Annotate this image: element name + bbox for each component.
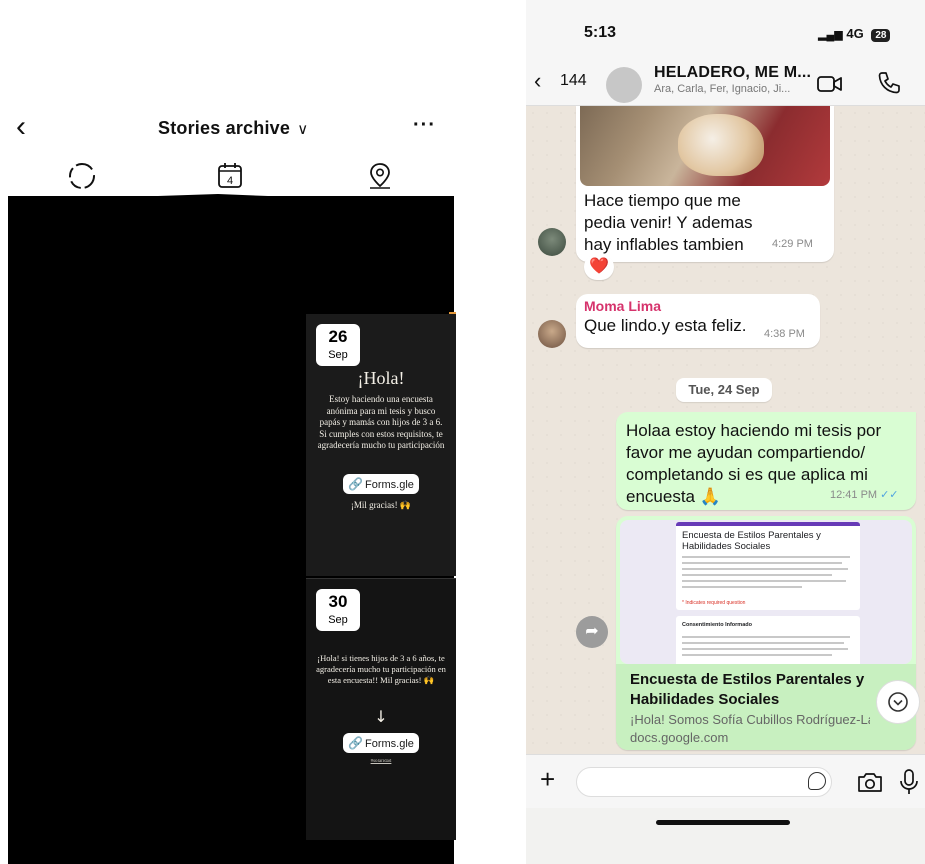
link-description: ¡Hola! Somos Sofía Cubillos Rodríguez-La… [630, 712, 870, 727]
archive-header: ‹ Stories archive ∨ ··· [0, 108, 462, 148]
network-type: 4G [846, 26, 864, 41]
group-avatar[interactable] [606, 67, 642, 103]
link-preview-info[interactable]: Encuesta de Estilos Parentales y Habilid… [616, 664, 916, 750]
link-preview-image[interactable]: Encuesta de Estilos Parentales y Habilid… [620, 520, 912, 664]
story-body: ¡Hola! si tienes hijos de 3 a 6 años, te… [316, 653, 446, 685]
form-title: Encuesta de Estilos Parentales y Habilid… [682, 530, 821, 552]
video-call-icon[interactable] [816, 72, 844, 96]
message-photo[interactable] [580, 106, 830, 186]
story-month: Sep [328, 614, 348, 626]
story-thumbnail-26-sep[interactable]: 26 Sep ¡Hola! Estoy haciendo una encuest… [306, 314, 456, 576]
message-time: 4:38 PM [764, 328, 805, 340]
story-link-label: Forms.gle [365, 479, 414, 491]
story-date-badge: 30 Sep [316, 589, 360, 631]
form-text-line [682, 562, 842, 564]
calendar-number: 4 [227, 175, 233, 187]
story-thumbnail-30-sep[interactable]: 30 Sep ¡Hola! si tienes hijos de 3 a 6 a… [306, 578, 456, 840]
archive-title: Stories archive [158, 118, 291, 138]
story-day: 26 [328, 327, 348, 346]
calendar-icon: 4 [218, 163, 242, 188]
battery-level: 28 [875, 30, 887, 41]
signal-bars-icon: ▂▄▆ [818, 29, 843, 41]
rabbit-photo-subject [678, 114, 764, 176]
story-link-sticker[interactable]: 🔗 Forms.gle [343, 474, 419, 494]
form-text-line [682, 568, 848, 570]
phone-call-icon[interactable] [876, 70, 902, 96]
story-date-badge: 26 Sep [316, 324, 360, 366]
back-chevron-icon[interactable]: ‹ [534, 68, 541, 94]
message-time: 12:41 PM [830, 489, 878, 501]
message-input[interactable] [576, 767, 832, 797]
sender-avatar[interactable] [538, 228, 566, 256]
form-header-card: Encuesta de Estilos Parentales y Habilid… [676, 522, 860, 610]
message-text: Hace tiempo que me pedia venir! Y ademas… [584, 191, 753, 254]
status-time: 5:13 [584, 24, 617, 41]
message-bubble[interactable]: Hace tiempo que me pedia venir! Y ademas… [576, 106, 834, 262]
scroll-down-button[interactable] [876, 680, 920, 724]
form-required-note: * Indicates required question [682, 600, 746, 606]
status-bar: 5:13 ▂▄▆ 4G 28 [526, 0, 925, 62]
arrow-down-icon: ↓ [374, 707, 388, 726]
home-indicator[interactable] [656, 820, 790, 825]
link-url[interactable]: docs.google.com [630, 730, 728, 745]
whatsapp-chat: 5:13 ▂▄▆ 4G 28 ‹ 144 HELADERO, ME M... A… [526, 0, 925, 864]
compose-bar: + [526, 754, 925, 808]
microphone-icon[interactable] [898, 767, 920, 797]
more-options-icon[interactable]: ··· [413, 114, 436, 137]
form-text-line [682, 574, 832, 576]
stories-circle-icon [69, 163, 95, 189]
attach-plus-icon[interactable]: + [540, 765, 555, 793]
message-meta: 12:41 PM ✓✓ [830, 488, 899, 501]
form-text-line [682, 648, 848, 650]
form-text-line [682, 642, 844, 644]
form-text-line [682, 636, 850, 638]
forward-icon[interactable]: ➦ [576, 616, 608, 648]
form-section-card: Consentimiento Informado [676, 616, 860, 664]
back-chevron-icon[interactable]: ‹ [16, 112, 26, 142]
story-closing: ¡Mil gracias! 🙌 [350, 500, 412, 510]
camera-icon[interactable] [856, 769, 884, 795]
day-separator: Tue, 24 Sep [676, 378, 772, 402]
heart-reaction[interactable]: ❤️ [584, 254, 614, 280]
chevron-down-icon [888, 692, 908, 713]
sender-avatar[interactable] [538, 320, 566, 348]
form-section-title: Consentimiento Informado [682, 622, 752, 628]
message-time: 4:29 PM [772, 238, 813, 250]
message-sender[interactable]: Moma Lima [584, 298, 661, 314]
story-body: Estoy haciendo una encuesta anónima para… [317, 394, 445, 450]
location-pin-icon [370, 163, 390, 189]
signal-indicator: ▂▄▆ 4G 28 [818, 26, 891, 42]
message-list[interactable]: Hace tiempo que me pedia venir! Y ademas… [526, 106, 925, 754]
form-text-line [682, 556, 850, 558]
form-text-line [682, 580, 846, 582]
message-bubble[interactable]: Moma Lima Que lindo.y esta feliz. 4:38 P… [576, 294, 820, 348]
archive-title-dropdown[interactable]: Stories archive ∨ [158, 118, 308, 139]
story-link-sticker[interactable]: 🔗 Forms.gle [343, 733, 419, 753]
battery-icon: 28 [871, 29, 891, 42]
message-text: Que lindo.y esta feliz. [584, 316, 747, 335]
link-icon: 🔗 [348, 736, 364, 750]
story-footer-tag: #solaridad [370, 759, 392, 764]
sticker-icon[interactable] [808, 772, 826, 790]
story-link-label: Forms.gle [365, 738, 414, 750]
link-icon: 🔗 [348, 477, 364, 491]
story-heading: ¡Hola! [357, 368, 405, 388]
outgoing-message-bubble[interactable]: Holaa estoy haciendo mi tesis por favor … [616, 412, 916, 510]
form-text-line [682, 586, 802, 588]
link-preview-bubble[interactable]: Encuesta de Estilos Parentales y Habilid… [616, 516, 916, 750]
story-month: Sep [328, 349, 348, 361]
read-receipt-icon: ✓✓ [880, 489, 899, 501]
group-name[interactable]: HELADERO, ME M... [654, 64, 811, 82]
chevron-down-icon: ∨ [297, 121, 309, 138]
chat-header: ‹ 144 HELADERO, ME M... Ara, Carla, Fer,… [526, 62, 925, 106]
story-day: 30 [328, 592, 348, 611]
unread-chats-count[interactable]: 144 [560, 72, 587, 90]
form-text-line [682, 654, 832, 656]
group-members: Ara, Carla, Fer, Ignacio, Ji... [654, 83, 791, 95]
instagram-stories-archive: ‹ Stories archive ∨ ··· 4 26 Sep ¡Hola! … [0, 0, 462, 864]
link-title[interactable]: Encuesta de Estilos Parentales y Habilid… [630, 670, 880, 710]
